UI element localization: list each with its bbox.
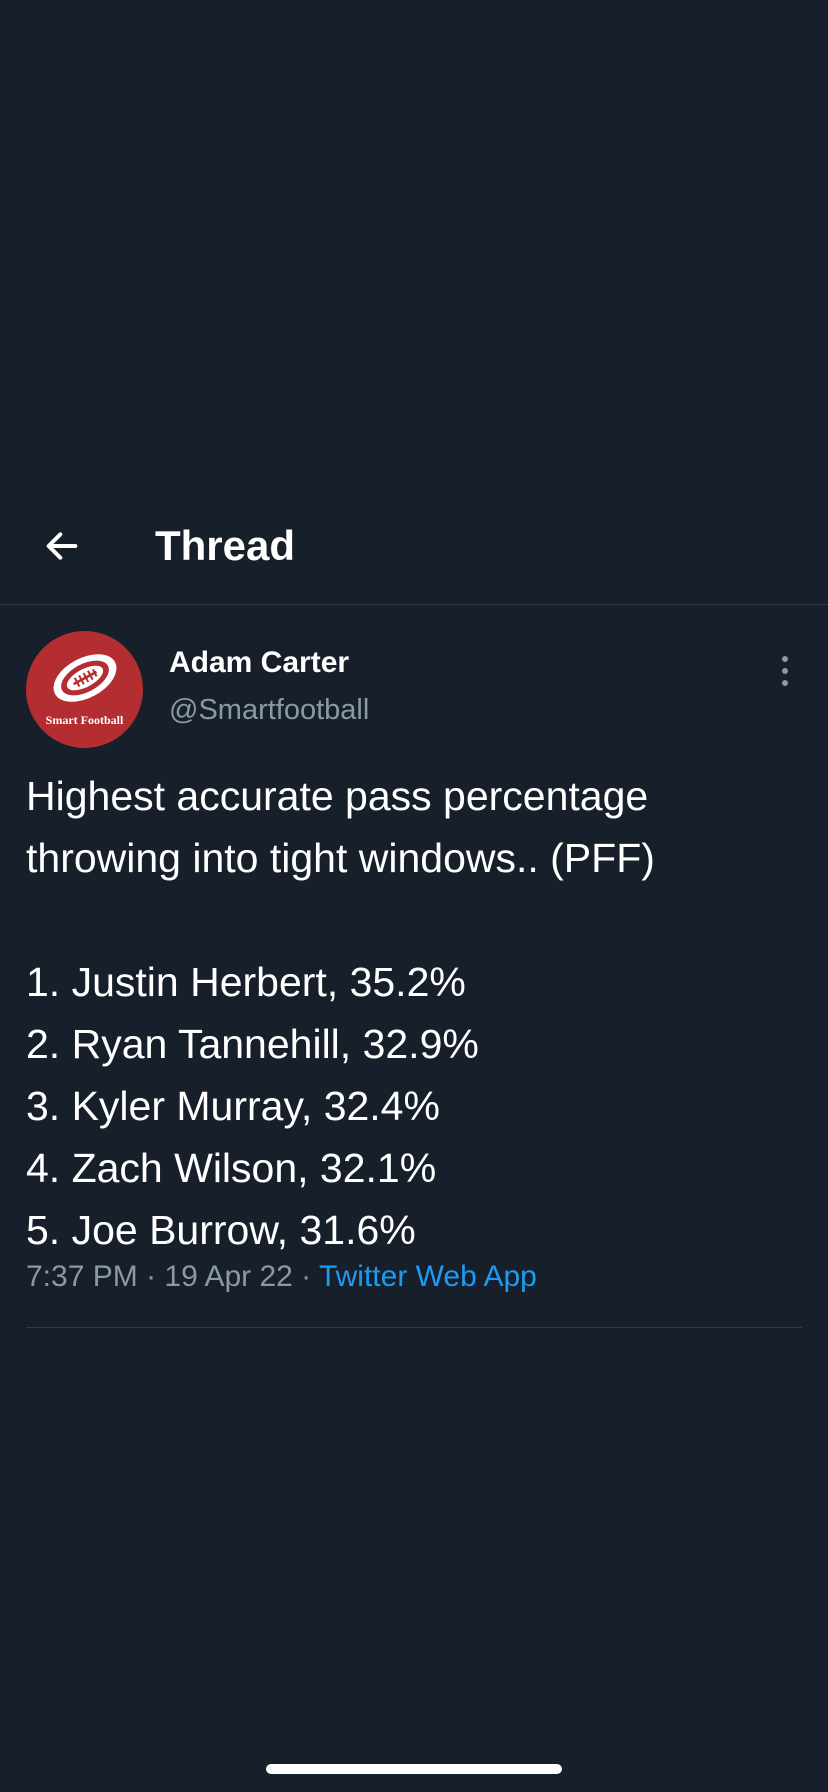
ranking-list: 1. Justin Herbert, 35.2% 2. Ryan Tannehi… [26, 951, 806, 1261]
list-item: 4. Zach Wilson, 32.1% [26, 1145, 437, 1191]
tweet-source-link[interactable]: Twitter Web App [319, 1260, 537, 1293]
avatar[interactable]: Smart Football [26, 631, 143, 748]
page-title: Thread [155, 522, 296, 569]
more-options-button[interactable] [770, 651, 800, 691]
tweet-time[interactable]: 7:37 PM [26, 1260, 138, 1293]
list-item: 1. Justin Herbert, 35.2% [26, 959, 466, 1005]
list-item: 2. Ryan Tannehill, 32.9% [26, 1021, 479, 1067]
author-name[interactable]: Adam Carter [169, 645, 349, 681]
more-vertical-icon-dot [782, 680, 788, 686]
arrow-left-icon [46, 532, 78, 560]
divider [26, 1327, 802, 1328]
football-logo-icon [53, 654, 117, 702]
meta-separator: · [137, 1260, 165, 1293]
more-vertical-icon [782, 656, 788, 662]
more-vertical-icon-dot [782, 668, 788, 674]
meta-separator: · [292, 1260, 319, 1293]
back-button[interactable] [38, 522, 86, 570]
home-indicator[interactable] [266, 1764, 562, 1774]
author-handle[interactable]: @Smartfootball [169, 692, 369, 728]
tweet-date[interactable]: 19 Apr 22 [164, 1260, 292, 1293]
tweet-text: Highest accurate pass percentage throwin… [26, 765, 806, 1261]
avatar-logo-text: Smart Football [45, 713, 124, 727]
list-item: 5. Joe Burrow, 31.6% [26, 1207, 416, 1253]
tweet-text-line: Highest accurate pass percentage [26, 773, 649, 819]
tweet-meta: 7:37 PM · 19 Apr 22 · Twitter Web App [26, 1257, 537, 1297]
tweet-text-line: throwing into tight windows.. (PFF) [26, 835, 655, 881]
thread-header: Thread [0, 500, 828, 605]
list-item: 3. Kyler Murray, 32.4% [26, 1083, 440, 1129]
